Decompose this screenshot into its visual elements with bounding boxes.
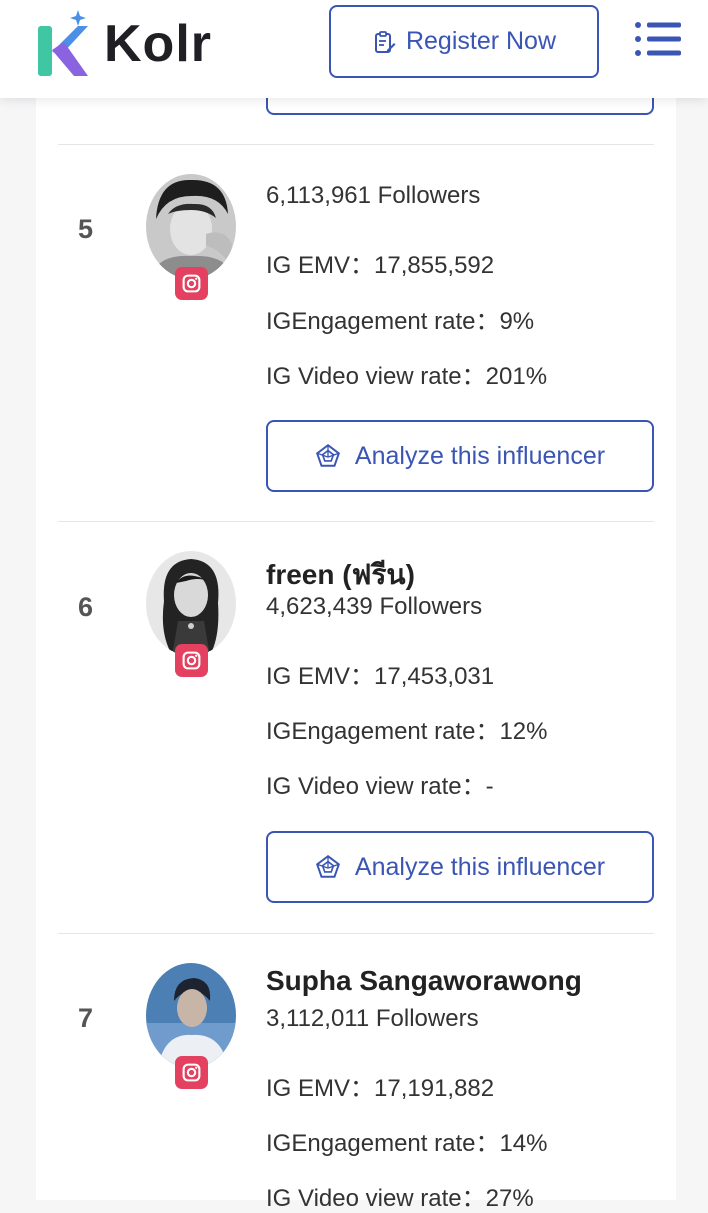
influencer-name[interactable]: freen (ฟรีน) xyxy=(266,553,415,597)
instagram-icon xyxy=(175,644,208,677)
radar-chart-icon xyxy=(315,854,340,878)
followers-count: 4,623,439 Followers xyxy=(266,593,483,620)
divider xyxy=(58,521,654,522)
avatar[interactable] xyxy=(146,174,236,279)
register-now-button[interactable]: Register Now xyxy=(329,5,599,78)
logo-text: Kolr xyxy=(104,15,212,73)
ig-emv: IG EMV：17,855,592 xyxy=(266,252,495,279)
register-now-label: Register Now xyxy=(405,27,557,55)
ig-video-view-rate: IG Video view rate：201% xyxy=(266,363,548,390)
divider xyxy=(58,144,654,145)
followers-count: 3,112,011 Followers xyxy=(266,1005,479,1032)
kolr-logo-icon xyxy=(38,10,88,76)
ig-video-view-rate: IG Video view rate：- xyxy=(266,773,494,800)
radar-chart-icon xyxy=(315,443,340,467)
ig-emv: IG EMV：17,453,031 xyxy=(266,663,495,690)
ranking-list: 5 6,113,961 Followers IG EMV：17,855,592 … xyxy=(36,0,676,1212)
avatar[interactable] xyxy=(146,551,236,656)
ig-engagement-rate: IGEngagement rate：12% xyxy=(266,718,548,745)
analyze-button-label: Analyze this influencer xyxy=(354,441,606,470)
analyze-influencer-button[interactable]: Analyze this influencer xyxy=(266,420,654,492)
instagram-icon xyxy=(175,267,208,300)
ig-engagement-rate: IGEngagement rate：9% xyxy=(266,308,535,335)
rank-number: 6 xyxy=(78,592,94,622)
avatar[interactable] xyxy=(146,963,236,1068)
kolr-logo[interactable]: Kolr xyxy=(34,8,212,80)
analyze-button-label: Analyze this influencer xyxy=(354,852,606,881)
clipboard-edit-icon xyxy=(374,30,396,53)
followers-count: 6,113,961 Followers xyxy=(266,182,481,209)
rank-number: 5 xyxy=(78,214,94,244)
rank-number: 7 xyxy=(78,1003,94,1033)
hamburger-menu-icon[interactable] xyxy=(634,19,682,59)
ig-emv: IG EMV：17,191,882 xyxy=(266,1075,495,1102)
analyze-influencer-button[interactable]: Analyze this influencer xyxy=(266,831,654,903)
divider xyxy=(58,933,654,934)
ig-engagement-rate: IGEngagement rate：14% xyxy=(266,1130,548,1157)
instagram-icon xyxy=(175,1056,208,1089)
influencer-name[interactable]: Supha Sangaworawong xyxy=(266,965,582,997)
site-header: Kolr Register Now xyxy=(0,0,708,98)
ig-video-view-rate: IG Video view rate：27% xyxy=(266,1185,534,1212)
